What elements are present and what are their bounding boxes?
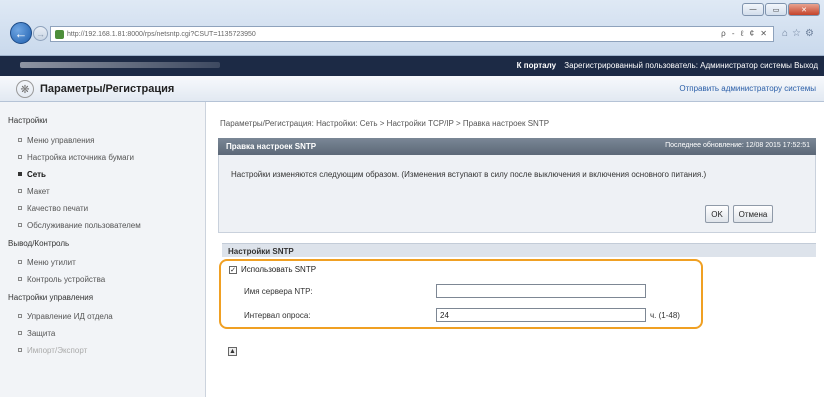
sidebar-item-dept-id[interactable]: Управление ИД отдела bbox=[18, 312, 113, 321]
sidebar-item-security[interactable]: Защита bbox=[18, 329, 55, 338]
address-bar[interactable]: http://192.168.1.81:8000/rps/netsntp.cgi… bbox=[50, 26, 774, 42]
ok-button[interactable]: OK bbox=[705, 205, 729, 223]
sidebar-item-label: Макет bbox=[27, 187, 50, 196]
cancel-button[interactable]: Отмена bbox=[733, 205, 773, 223]
use-sntp-checkbox[interactable]: ✓ bbox=[229, 266, 237, 274]
sidebar-item-control-menu[interactable]: Меню управления bbox=[18, 136, 94, 145]
maximize-button[interactable]: ▭ bbox=[765, 3, 787, 16]
sidebar-section-settings[interactable]: Настройки bbox=[8, 116, 47, 125]
breadcrumb: Параметры/Регистрация: Настройки: Сеть >… bbox=[220, 119, 550, 128]
bullet-icon bbox=[18, 331, 22, 335]
sidebar-item-label: Обслуживание пользователем bbox=[27, 221, 141, 230]
sidebar-item-label: Настройка источника бумаги bbox=[27, 153, 134, 162]
bullet-icon bbox=[18, 138, 22, 142]
poll-interval-label: Интервал опроса: bbox=[244, 311, 311, 320]
sidebar-item-device-control[interactable]: Контроль устройства bbox=[18, 275, 105, 284]
home-star-gear-icons[interactable]: ⌂☆⚙ bbox=[782, 28, 818, 39]
sidebar-item-label: Управление ИД отдела bbox=[27, 312, 113, 321]
bullet-icon bbox=[18, 314, 22, 318]
ntp-server-label: Имя сервера NTP: bbox=[244, 287, 313, 296]
panel-title: Правка настроек SNTP bbox=[226, 142, 317, 151]
sidebar-section-output[interactable]: Вывод/Контроль bbox=[8, 239, 69, 248]
sidebar-item-label: Сеть bbox=[27, 170, 46, 179]
minimize-button[interactable]: — bbox=[742, 3, 764, 16]
use-sntp-label: Использовать SNTP bbox=[241, 265, 317, 274]
ntp-server-input[interactable] bbox=[436, 284, 646, 298]
browser-chrome: — ▭ ✕ ← → http://192.168.1.81:8000/rps/n… bbox=[0, 0, 824, 56]
bullet-icon bbox=[18, 206, 22, 210]
portal-bar: К порталу Зарегистрированный пользовател… bbox=[0, 56, 824, 76]
sidebar-item-utility-menu[interactable]: Меню утилит bbox=[18, 258, 76, 267]
sidebar-section-management[interactable]: Настройки управления bbox=[8, 293, 93, 302]
sidebar-item-import-export[interactable]: Импорт/Экспорт bbox=[18, 346, 87, 355]
settings-logo-icon: ❋ bbox=[16, 80, 34, 98]
sidebar: Настройки Меню управления Настройка исто… bbox=[0, 102, 206, 397]
page-header: ❋ Параметры/Регистрация Отправить админи… bbox=[0, 76, 824, 102]
sidebar-item-label: Меню управления bbox=[27, 136, 95, 145]
bullet-icon bbox=[18, 189, 22, 193]
sidebar-item-print-quality[interactable]: Качество печати bbox=[18, 204, 88, 213]
sidebar-item-label: Качество печати bbox=[27, 204, 89, 213]
forward-arrow-icon[interactable]: → bbox=[33, 26, 48, 41]
sidebar-item-label: Импорт/Экспорт bbox=[27, 346, 88, 355]
sidebar-item-layout[interactable]: Макет bbox=[18, 187, 50, 196]
back-arrow-icon[interactable]: ← bbox=[10, 22, 32, 44]
url-text: http://192.168.1.81:8000/rps/netsntp.cgi… bbox=[67, 30, 256, 38]
bullet-icon bbox=[18, 172, 22, 176]
panel-body: Настройки изменяются следующим образом. … bbox=[218, 155, 816, 233]
bullet-icon bbox=[18, 277, 22, 281]
device-name-blurred bbox=[20, 62, 220, 68]
sidebar-item-paper-source[interactable]: Настройка источника бумаги bbox=[18, 153, 134, 162]
bullet-icon bbox=[18, 223, 22, 227]
page-top-icon[interactable]: ▲ bbox=[228, 347, 237, 356]
bullet-icon bbox=[18, 260, 22, 264]
poll-interval-unit: ч. (1-48) bbox=[650, 311, 680, 320]
poll-interval-input[interactable] bbox=[436, 308, 646, 322]
portal-link[interactable]: К порталу bbox=[517, 61, 556, 70]
sidebar-item-label: Контроль устройства bbox=[27, 275, 106, 284]
site-favicon-icon bbox=[55, 29, 64, 39]
page-title: Параметры/Регистрация bbox=[40, 83, 175, 95]
sidebar-item-label: Защита bbox=[27, 329, 56, 338]
user-status-text: Зарегистрированный пользователь: Админис… bbox=[564, 61, 818, 70]
window-controls: — ▭ ✕ bbox=[741, 3, 820, 16]
panel-header: Правка настроек SNTP Последнее обновлени… bbox=[218, 138, 816, 155]
info-message: Настройки изменяются следующим образом. … bbox=[231, 170, 707, 179]
last-updated-text: Последнее обновление: 12/08 2015 17:52:5… bbox=[665, 142, 810, 149]
close-window-button[interactable]: ✕ bbox=[788, 3, 820, 16]
sidebar-item-user-maintenance[interactable]: Обслуживание пользователем bbox=[18, 221, 141, 230]
address-bar-icons[interactable]: ρ - ℓ ¢ ✕ bbox=[721, 29, 769, 38]
bullet-icon bbox=[18, 348, 22, 352]
section-title-sntp: Настройки SNTP bbox=[222, 243, 816, 257]
bullet-icon bbox=[18, 155, 22, 159]
send-to-admin-link[interactable]: Отправить администратору системы bbox=[679, 84, 816, 93]
sidebar-item-network[interactable]: Сеть bbox=[18, 170, 46, 179]
sidebar-item-label: Меню утилит bbox=[27, 258, 76, 267]
